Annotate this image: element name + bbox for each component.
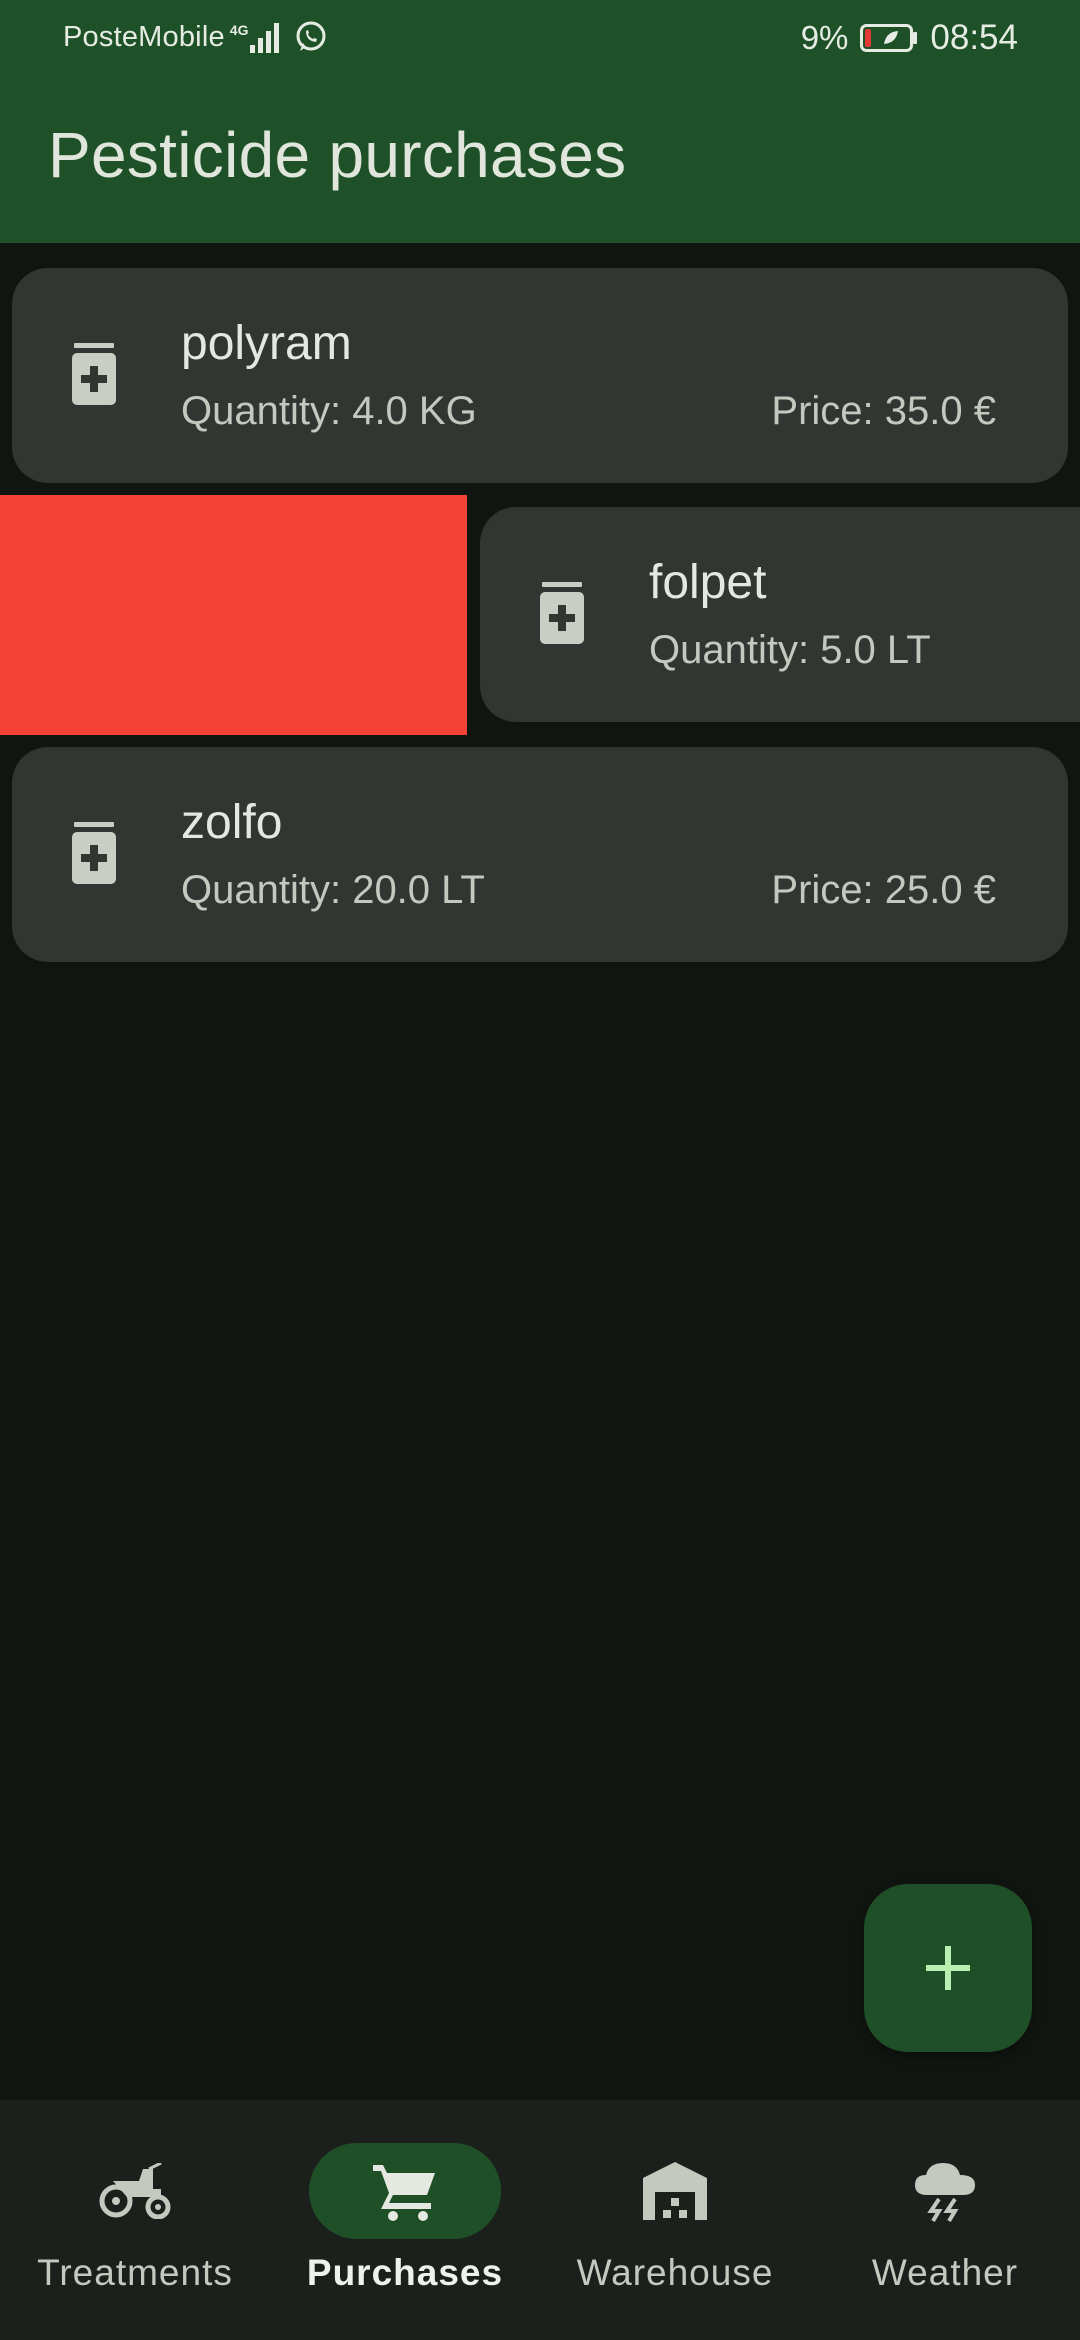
- tractor-icon: [99, 2163, 171, 2219]
- signal-icon: [250, 23, 280, 53]
- nav-icon-container: [579, 2143, 771, 2239]
- product-price: Price: 35.0 €: [771, 389, 996, 433]
- purchase-card[interactable]: zolfo Quantity: 20.0 LT Price: 25.0 €: [12, 747, 1068, 962]
- clock: 08:54: [930, 18, 1018, 57]
- nav-icon-container: [39, 2143, 231, 2239]
- nav-label: Treatments: [37, 2252, 233, 2293]
- add-purchase-button[interactable]: [864, 1884, 1032, 2052]
- cart-icon: [373, 2165, 435, 2221]
- warehouse-icon: [643, 2162, 707, 2220]
- purchase-card-swiping[interactable]: folpet Quantity: 5.0 LT: [480, 507, 1080, 722]
- medicine-jar-icon: [72, 822, 116, 884]
- nav-item-treatments[interactable]: Treatments: [0, 2100, 270, 2340]
- whatsapp-icon: [296, 21, 326, 51]
- battery-percent: 9%: [800, 19, 849, 56]
- add-icon: [926, 1946, 970, 1990]
- product-quantity: Quantity: 4.0 KG: [181, 389, 477, 433]
- nav-active-indicator: [309, 2143, 501, 2239]
- nav-label: Warehouse: [576, 2252, 774, 2293]
- product-quantity: Quantity: 5.0 LT: [649, 628, 931, 672]
- nav-icon-container: [849, 2143, 1041, 2239]
- swipe-delete-background: [0, 495, 467, 735]
- app-screen: PosteMobile 4G 9% 08:54 Pesticide purcha…: [0, 0, 1080, 2340]
- page-title: Pesticide purchases: [48, 119, 627, 191]
- bottom-navigation: Treatments Purchases Warehouse Weather: [0, 2100, 1080, 2340]
- nav-label: Weather: [871, 2252, 1019, 2293]
- nav-label: Purchases: [306, 2252, 504, 2293]
- product-name: folpet: [649, 556, 767, 609]
- purchase-card[interactable]: polyram Quantity: 4.0 KG Price: 35.0 €: [12, 268, 1068, 483]
- storm-cloud-icon: [915, 2163, 975, 2223]
- battery-icon: [860, 24, 918, 52]
- carrier-name: PosteMobile: [63, 20, 225, 53]
- status-bar: PosteMobile 4G 9% 08:54: [0, 0, 1080, 76]
- product-quantity: Quantity: 20.0 LT: [181, 868, 485, 912]
- product-price: Price: 25.0 €: [771, 868, 996, 912]
- medicine-jar-icon: [540, 582, 584, 644]
- product-name: polyram: [181, 317, 352, 370]
- nav-item-purchases[interactable]: Purchases: [270, 2100, 540, 2340]
- nav-item-weather[interactable]: Weather: [810, 2100, 1080, 2340]
- app-header: PosteMobile 4G 9% 08:54 Pesticide purcha…: [0, 0, 1080, 243]
- status-left: PosteMobile 4G: [63, 20, 328, 54]
- product-name: zolfo: [181, 796, 283, 849]
- nav-item-warehouse[interactable]: Warehouse: [540, 2100, 810, 2340]
- network-type: 4G: [229, 22, 249, 38]
- status-right: 9% 08:54: [801, 18, 1018, 58]
- medicine-jar-icon: [72, 343, 116, 405]
